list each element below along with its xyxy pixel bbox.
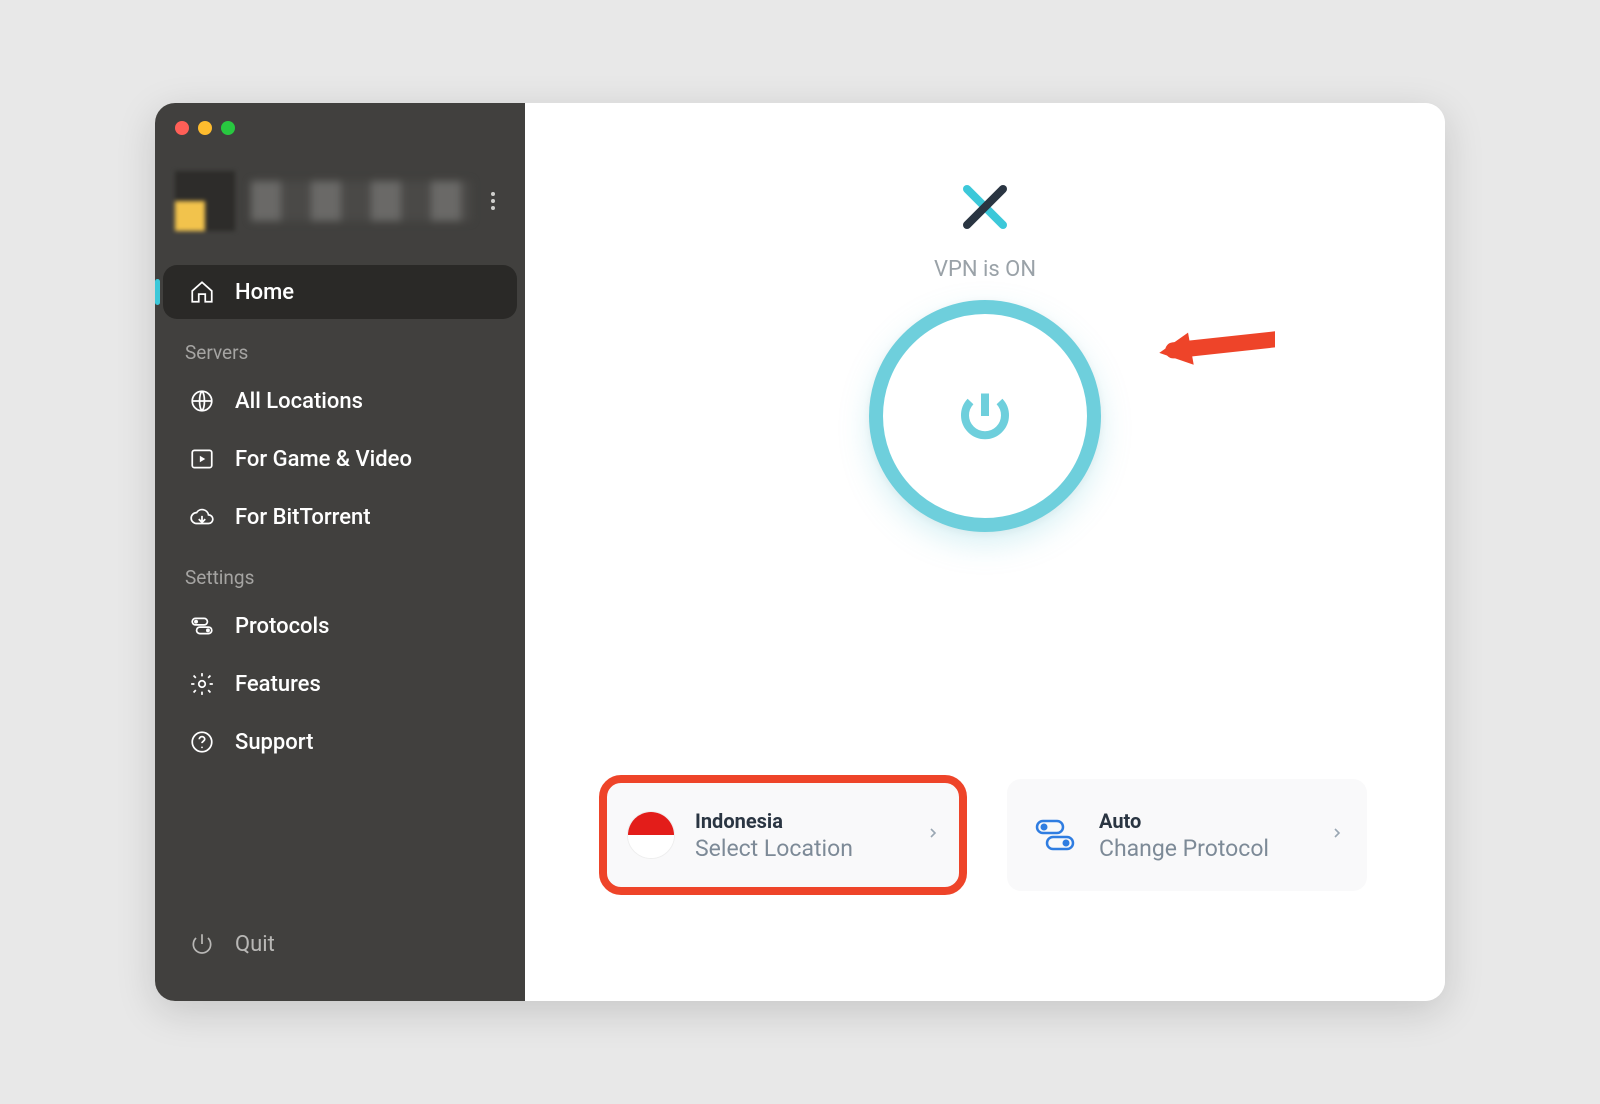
close-window-button[interactable] <box>175 121 189 135</box>
home-icon <box>189 279 215 305</box>
sidebar-item-support[interactable]: Support <box>163 715 517 769</box>
quit-label: Quit <box>235 932 275 957</box>
sidebar-item-label: Home <box>235 280 294 305</box>
sidebar-item-bittorrent[interactable]: For BitTorrent <box>163 490 517 544</box>
annotation-arrow-icon <box>1155 283 1275 407</box>
sidebar-item-label: Support <box>235 730 313 755</box>
sidebar-item-label: For Game & Video <box>235 447 412 472</box>
sidebar: Home Servers All Locations For Game & Vi… <box>155 103 525 1001</box>
user-avatar <box>175 171 235 231</box>
help-icon <box>189 729 215 755</box>
play-icon <box>189 446 215 472</box>
gear-icon <box>189 671 215 697</box>
location-subtitle: Select Location <box>695 835 907 862</box>
sidebar-item-home[interactable]: Home <box>163 265 517 319</box>
protocol-title: Auto <box>1099 809 1311 833</box>
sidebar-item-protocols[interactable]: Protocols <box>163 599 517 653</box>
toggles-icon <box>189 613 215 639</box>
sidebar-item-label: Protocols <box>235 614 329 639</box>
select-location-card[interactable]: Indonesia Select Location <box>603 779 963 891</box>
zoom-window-button[interactable] <box>221 121 235 135</box>
sidebar-section-settings: Settings <box>163 548 517 595</box>
power-icon <box>189 931 215 957</box>
minimize-window-button[interactable] <box>198 121 212 135</box>
main-content: VPN is ON Indonesia Select Location <box>525 103 1445 1001</box>
window-controls <box>155 103 525 135</box>
sidebar-footer: Quit <box>155 897 525 1001</box>
quit-button[interactable]: Quit <box>163 917 517 971</box>
globe-icon <box>189 388 215 414</box>
card-text: Auto Change Protocol <box>1099 809 1311 862</box>
change-protocol-card[interactable]: Auto Change Protocol <box>1007 779 1367 891</box>
app-logo-icon <box>961 183 1009 235</box>
action-cards: Indonesia Select Location <box>525 779 1445 891</box>
user-name-redacted <box>251 181 471 221</box>
sidebar-item-label: For BitTorrent <box>235 505 371 530</box>
vpn-toggle-button[interactable] <box>869 300 1101 532</box>
sidebar-item-features[interactable]: Features <box>163 657 517 711</box>
chevron-right-icon <box>925 825 941 845</box>
app-window: Home Servers All Locations For Game & Vi… <box>155 103 1445 1001</box>
sidebar-section-servers: Servers <box>163 323 517 370</box>
sidebar-item-all-locations[interactable]: All Locations <box>163 374 517 428</box>
sidebar-item-game-video[interactable]: For Game & Video <box>163 432 517 486</box>
sidebar-item-label: All Locations <box>235 389 363 414</box>
more-menu-button[interactable] <box>481 189 505 213</box>
user-profile-area <box>155 135 525 255</box>
card-text: Indonesia Select Location <box>695 809 907 862</box>
protocol-toggles-icon <box>1029 809 1081 861</box>
cloud-download-icon <box>189 504 215 530</box>
sidebar-item-label: Features <box>235 672 321 697</box>
location-title: Indonesia <box>695 809 907 833</box>
chevron-right-icon <box>1329 825 1345 845</box>
flag-indonesia-icon <box>625 809 677 861</box>
sidebar-nav: Home Servers All Locations For Game & Vi… <box>155 255 525 897</box>
protocol-subtitle: Change Protocol <box>1099 835 1311 862</box>
vpn-status-text: VPN is ON <box>934 257 1036 282</box>
